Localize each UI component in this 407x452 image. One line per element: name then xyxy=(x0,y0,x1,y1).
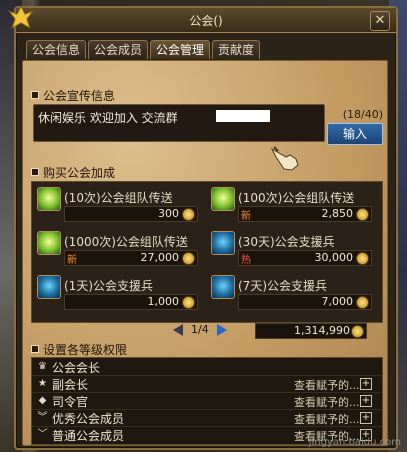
total-gold-value: 1,314,990 xyxy=(294,324,350,337)
green-orb-icon xyxy=(37,231,61,255)
tab-contribution[interactable]: 贡献度 xyxy=(212,40,261,59)
item-tag: 新 xyxy=(67,255,77,266)
buy-item[interactable]: (30天)公会支援兵 热 30,000 xyxy=(208,228,378,268)
blue-soldier-icon xyxy=(211,231,235,255)
perm-row-commander[interactable]: ◆ 司令官 查看赋予的... + xyxy=(32,392,382,410)
announcement-counter: (18/40) xyxy=(342,108,383,121)
guild-window: 公会() ✕ 公会信息 公会成员 公会管理 贡献度 公会宣传信息 休闲娱乐 欢迎… xyxy=(7,4,398,450)
item-name: (7天)公会支援兵 xyxy=(238,279,327,293)
permissions-section-title: 设置各等级权限 xyxy=(31,341,127,358)
crown-icon: ♛ xyxy=(38,361,47,372)
coin-icon xyxy=(182,208,195,221)
perm-row-leader[interactable]: ♛ 公会会长 xyxy=(32,358,382,376)
buy-list: (10次)公会组队传送 300 (100次)公会组队传送 新 2,850 (10… xyxy=(31,181,383,323)
price-bar: 1,000 xyxy=(64,294,198,310)
tab-guild-management[interactable]: 公会管理 xyxy=(150,40,211,59)
item-tag: 新 xyxy=(241,211,251,222)
star-icon: ★ xyxy=(38,378,47,389)
diamond-icon: ◆ xyxy=(38,395,47,406)
perm-label: 副会长 xyxy=(52,378,89,392)
item-price: 1,000 xyxy=(147,295,180,308)
perm-row-vice-leader[interactable]: ★ 副会长 查看赋予的... + xyxy=(32,375,382,393)
input-button[interactable]: 输入 xyxy=(327,123,383,145)
redacted-text xyxy=(216,110,270,122)
item-name: (30天)公会支援兵 xyxy=(238,235,335,249)
window-title: 公会() xyxy=(189,14,223,28)
coin-icon xyxy=(182,296,195,309)
announcement-text: 休闲娱乐 欢迎加入 交流群 xyxy=(38,111,178,125)
prev-page-icon[interactable] xyxy=(173,323,183,336)
item-tag: 热 xyxy=(241,255,251,266)
tab-guild-info[interactable]: 公会信息 xyxy=(26,40,87,59)
title-bar[interactable]: 公会() ✕ xyxy=(7,4,396,33)
blue-soldier-icon xyxy=(211,275,235,299)
item-name: (100次)公会组队传送 xyxy=(238,191,355,205)
green-orb-icon xyxy=(37,187,61,211)
expand-icon[interactable]: + xyxy=(360,412,372,424)
chevron-icon: ﹀ xyxy=(37,429,48,440)
announcement-box[interactable]: 休闲娱乐 欢迎加入 交流群 xyxy=(33,104,325,142)
coin-icon xyxy=(356,208,369,221)
green-orb-icon xyxy=(211,187,235,211)
item-name: (1天)公会支援兵 xyxy=(64,279,153,293)
buy-section-title: 购买公会加成 xyxy=(31,164,115,181)
buy-item[interactable]: (7天)公会支援兵 7,000 xyxy=(208,272,378,312)
price-bar: 新 27,000 xyxy=(64,250,198,266)
chevron-icon: ︾ xyxy=(37,412,48,423)
price-bar: 新 2,850 xyxy=(238,206,372,222)
coin-icon xyxy=(351,325,364,338)
item-price: 2,850 xyxy=(321,207,354,220)
item-price: 27,000 xyxy=(140,251,180,264)
buy-item[interactable]: (1000次)公会组队传送 新 27,000 xyxy=(34,228,204,268)
perm-label: 普通公会成员 xyxy=(52,429,125,443)
blue-soldier-icon xyxy=(37,275,61,299)
buy-item[interactable]: (10次)公会组队传送 300 xyxy=(34,184,204,224)
permissions-list: ♛ 公会会长 ★ 副会长 查看赋予的... + ◆ 司令官 查看赋予的... +… xyxy=(31,357,383,445)
price-bar: 热 30,000 xyxy=(238,250,372,266)
close-button[interactable]: ✕ xyxy=(370,11,390,31)
management-panel: 公会宣传信息 休闲娱乐 欢迎加入 交流群 (18/40) 输入 购买公会加成 (… xyxy=(22,60,388,446)
item-name: (10次)公会组队传送 xyxy=(64,191,173,205)
view-permissions-link[interactable]: 查看赋予的... xyxy=(294,377,360,393)
next-page-icon[interactable] xyxy=(216,323,227,336)
view-permissions-link[interactable]: 查看赋予的... xyxy=(294,411,360,427)
tab-guild-members[interactable]: 公会成员 xyxy=(88,40,149,59)
announcement-section-title: 公会宣传信息 xyxy=(31,87,115,104)
coin-icon xyxy=(182,252,195,265)
price-bar: 300 xyxy=(64,206,198,222)
page-indicator: 1/4 xyxy=(191,323,209,336)
perm-label: 优秀公会成员 xyxy=(52,412,125,426)
expand-icon[interactable]: + xyxy=(360,395,372,407)
expand-icon[interactable]: + xyxy=(360,378,372,390)
watermark: jingyan.baidu.com xyxy=(308,437,401,448)
coin-icon xyxy=(356,296,369,309)
view-permissions-link[interactable]: 查看赋予的... xyxy=(294,394,360,410)
coin-icon xyxy=(356,252,369,265)
buy-item[interactable]: (100次)公会组队传送 新 2,850 xyxy=(208,184,378,224)
buy-item[interactable]: (1天)公会支援兵 1,000 xyxy=(34,272,204,312)
item-name: (1000次)公会组队传送 xyxy=(64,235,188,249)
game-screen: 公会() ✕ 公会信息 公会成员 公会管理 贡献度 公会宣传信息 休闲娱乐 欢迎… xyxy=(0,0,407,452)
perm-label: 公会会长 xyxy=(52,361,101,375)
perm-label: 司令官 xyxy=(52,395,89,409)
tab-bar: 公会信息 公会成员 公会管理 贡献度 xyxy=(26,40,262,60)
pager: 1/4 xyxy=(173,323,227,336)
item-price: 7,000 xyxy=(321,295,354,308)
item-price: 300 xyxy=(158,207,179,220)
perm-row-elite-member[interactable]: ︾ 优秀公会成员 查看赋予的... + xyxy=(32,409,382,427)
item-price: 30,000 xyxy=(314,251,354,264)
total-gold: 1,314,990 xyxy=(255,323,367,339)
hand-cursor-icon xyxy=(270,146,299,171)
price-bar: 7,000 xyxy=(238,294,372,310)
